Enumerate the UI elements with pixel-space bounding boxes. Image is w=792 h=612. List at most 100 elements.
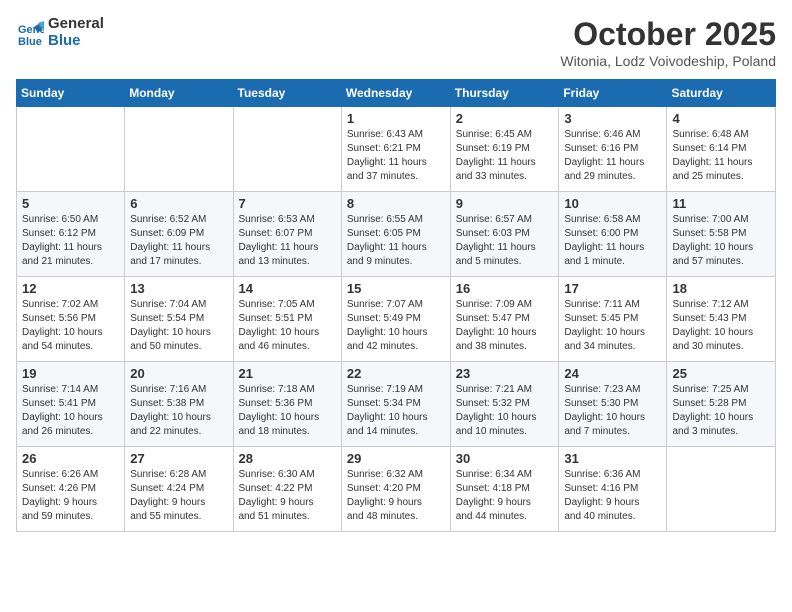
day-info: Sunrise: 7:09 AM Sunset: 5:47 PM Dayligh… xyxy=(456,298,554,354)
calendar-table: SundayMondayTuesdayWednesdayThursdayFrid… xyxy=(16,79,776,532)
calendar-cell: 25 Sunrise: 7:25 AM Sunset: 5:28 PM Dayli… xyxy=(667,362,776,447)
day-info: Sunrise: 7:00 AM Sunset: 5:58 PM Dayligh… xyxy=(672,213,770,269)
day-number: 11 xyxy=(672,196,770,211)
day-number: 24 xyxy=(564,366,661,381)
day-number: 20 xyxy=(130,366,227,381)
calendar-cell: 27 Sunrise: 6:28 AM Sunset: 4:24 PM Dayli… xyxy=(125,447,233,532)
day-info: Sunrise: 7:21 AM Sunset: 5:32 PM Dayligh… xyxy=(456,383,554,439)
calendar-cell: 5 Sunrise: 6:50 AM Sunset: 6:12 PM Daylig… xyxy=(17,192,125,277)
calendar-cell: 6 Sunrise: 6:52 AM Sunset: 6:09 PM Daylig… xyxy=(125,192,233,277)
day-info: Sunrise: 6:53 AM Sunset: 6:07 PM Dayligh… xyxy=(239,213,336,269)
day-number: 4 xyxy=(672,111,770,126)
logo-text-blue: Blue xyxy=(48,33,104,50)
calendar-cell: 21 Sunrise: 7:18 AM Sunset: 5:36 PM Dayli… xyxy=(233,362,341,447)
day-info: Sunrise: 7:11 AM Sunset: 5:45 PM Dayligh… xyxy=(564,298,661,354)
day-number: 15 xyxy=(347,281,445,296)
calendar-cell: 18 Sunrise: 7:12 AM Sunset: 5:43 PM Dayli… xyxy=(667,277,776,362)
calendar-cell xyxy=(667,447,776,532)
day-info: Sunrise: 7:23 AM Sunset: 5:30 PM Dayligh… xyxy=(564,383,661,439)
day-number: 7 xyxy=(239,196,336,211)
day-number: 26 xyxy=(22,451,119,466)
day-number: 3 xyxy=(564,111,661,126)
day-number: 9 xyxy=(456,196,554,211)
calendar-cell: 14Sunrise: 7:05 AM Sunset: 5:51 PM Dayli… xyxy=(233,277,341,362)
calendar-cell: 2 Sunrise: 6:45 AM Sunset: 6:19 PM Daylig… xyxy=(450,107,559,192)
calendar-cell: 24 Sunrise: 7:23 AM Sunset: 5:30 PM Dayli… xyxy=(559,362,667,447)
calendar-cell: 7 Sunrise: 6:53 AM Sunset: 6:07 PM Daylig… xyxy=(233,192,341,277)
calendar-cell xyxy=(125,107,233,192)
day-info: Sunrise: 7:05 AM Sunset: 5:51 PM Dayligh… xyxy=(239,298,336,354)
day-info: Sunrise: 6:28 AM Sunset: 4:24 PM Dayligh… xyxy=(130,468,227,524)
location-subtitle: Witonia, Lodz Voivodeship, Poland xyxy=(560,53,776,69)
weekday-header-friday: Friday xyxy=(559,80,667,107)
day-number: 23 xyxy=(456,366,554,381)
weekday-header-thursday: Thursday xyxy=(450,80,559,107)
day-info: Sunrise: 7:18 AM Sunset: 5:36 PM Dayligh… xyxy=(239,383,336,439)
day-number: 13 xyxy=(130,281,227,296)
calendar-cell: 19Sunrise: 7:14 AM Sunset: 5:41 PM Dayli… xyxy=(17,362,125,447)
calendar-cell: 28 Sunrise: 6:30 AM Sunset: 4:22 PM Dayli… xyxy=(233,447,341,532)
day-info: Sunrise: 6:32 AM Sunset: 4:20 PM Dayligh… xyxy=(347,468,445,524)
calendar-cell: 20 Sunrise: 7:16 AM Sunset: 5:38 PM Dayli… xyxy=(125,362,233,447)
day-info: Sunrise: 6:46 AM Sunset: 6:16 PM Dayligh… xyxy=(564,128,661,184)
day-info: Sunrise: 7:12 AM Sunset: 5:43 PM Dayligh… xyxy=(672,298,770,354)
day-number: 29 xyxy=(347,451,445,466)
svg-text:Blue: Blue xyxy=(18,36,42,47)
day-number: 16 xyxy=(456,281,554,296)
weekday-header-row: SundayMondayTuesdayWednesdayThursdayFrid… xyxy=(17,80,776,107)
day-number: 18 xyxy=(672,281,770,296)
weekday-header-saturday: Saturday xyxy=(667,80,776,107)
day-info: Sunrise: 6:26 AM Sunset: 4:26 PM Dayligh… xyxy=(22,468,119,524)
calendar-cell: 23 Sunrise: 7:21 AM Sunset: 5:32 PM Dayli… xyxy=(450,362,559,447)
calendar-cell xyxy=(233,107,341,192)
day-number: 6 xyxy=(130,196,227,211)
day-number: 5 xyxy=(22,196,119,211)
logo-text-general: General xyxy=(48,16,104,33)
day-number: 28 xyxy=(239,451,336,466)
day-info: Sunrise: 7:04 AM Sunset: 5:54 PM Dayligh… xyxy=(130,298,227,354)
calendar-cell: 15 Sunrise: 7:07 AM Sunset: 5:49 PM Dayli… xyxy=(341,277,450,362)
day-info: Sunrise: 6:55 AM Sunset: 6:05 PM Dayligh… xyxy=(347,213,445,269)
day-number: 2 xyxy=(456,111,554,126)
calendar-cell: 29 Sunrise: 6:32 AM Sunset: 4:20 PM Dayli… xyxy=(341,447,450,532)
calendar-cell: 13 Sunrise: 7:04 AM Sunset: 5:54 PM Dayli… xyxy=(125,277,233,362)
day-info: Sunrise: 6:57 AM Sunset: 6:03 PM Dayligh… xyxy=(456,213,554,269)
calendar-cell: 26 Sunrise: 6:26 AM Sunset: 4:26 PM Dayli… xyxy=(17,447,125,532)
day-info: Sunrise: 6:50 AM Sunset: 6:12 PM Dayligh… xyxy=(22,213,119,269)
weekday-header-monday: Monday xyxy=(125,80,233,107)
day-number: 12 xyxy=(22,281,119,296)
day-info: Sunrise: 7:02 AM Sunset: 5:56 PM Dayligh… xyxy=(22,298,119,354)
calendar-week-1: 1Sunrise: 6:43 AM Sunset: 6:21 PM Daylig… xyxy=(17,107,776,192)
day-number: 27 xyxy=(130,451,227,466)
calendar-cell: 10Sunrise: 6:58 AM Sunset: 6:00 PM Dayli… xyxy=(559,192,667,277)
day-info: Sunrise: 6:45 AM Sunset: 6:19 PM Dayligh… xyxy=(456,128,554,184)
calendar-week-2: 5 Sunrise: 6:50 AM Sunset: 6:12 PM Daylig… xyxy=(17,192,776,277)
day-info: Sunrise: 6:58 AM Sunset: 6:00 PM Dayligh… xyxy=(564,213,661,269)
weekday-header-tuesday: Tuesday xyxy=(233,80,341,107)
day-info: Sunrise: 7:14 AM Sunset: 5:41 PM Dayligh… xyxy=(22,383,119,439)
day-info: Sunrise: 6:30 AM Sunset: 4:22 PM Dayligh… xyxy=(239,468,336,524)
calendar-cell: 9 Sunrise: 6:57 AM Sunset: 6:03 PM Daylig… xyxy=(450,192,559,277)
day-number: 17 xyxy=(564,281,661,296)
page-header: General Blue General Blue October 2025 W… xyxy=(16,16,776,69)
calendar-cell: 30Sunrise: 6:34 AM Sunset: 4:18 PM Dayli… xyxy=(450,447,559,532)
day-info: Sunrise: 7:07 AM Sunset: 5:49 PM Dayligh… xyxy=(347,298,445,354)
day-number: 25 xyxy=(672,366,770,381)
calendar-week-3: 12 Sunrise: 7:02 AM Sunset: 5:56 PM Dayli… xyxy=(17,277,776,362)
calendar-week-4: 19Sunrise: 7:14 AM Sunset: 5:41 PM Dayli… xyxy=(17,362,776,447)
day-info: Sunrise: 6:36 AM Sunset: 4:16 PM Dayligh… xyxy=(564,468,661,524)
day-number: 21 xyxy=(239,366,336,381)
day-info: Sunrise: 7:25 AM Sunset: 5:28 PM Dayligh… xyxy=(672,383,770,439)
day-info: Sunrise: 6:52 AM Sunset: 6:09 PM Dayligh… xyxy=(130,213,227,269)
calendar-cell xyxy=(17,107,125,192)
weekday-header-wednesday: Wednesday xyxy=(341,80,450,107)
day-number: 8 xyxy=(347,196,445,211)
day-info: Sunrise: 7:19 AM Sunset: 5:34 PM Dayligh… xyxy=(347,383,445,439)
day-info: Sunrise: 6:43 AM Sunset: 6:21 PM Dayligh… xyxy=(347,128,445,184)
calendar-cell: 31 Sunrise: 6:36 AM Sunset: 4:16 PM Dayli… xyxy=(559,447,667,532)
calendar-cell: 22Sunrise: 7:19 AM Sunset: 5:34 PM Dayli… xyxy=(341,362,450,447)
calendar-cell: 8 Sunrise: 6:55 AM Sunset: 6:05 PM Daylig… xyxy=(341,192,450,277)
day-number: 31 xyxy=(564,451,661,466)
day-info: Sunrise: 7:16 AM Sunset: 5:38 PM Dayligh… xyxy=(130,383,227,439)
day-info: Sunrise: 6:48 AM Sunset: 6:14 PM Dayligh… xyxy=(672,128,770,184)
